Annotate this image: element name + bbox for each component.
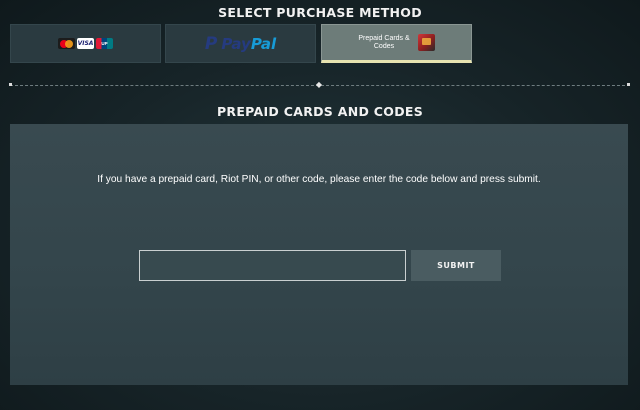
divider-ornament-icon: ◆ [315, 80, 323, 89]
instructions-text: If you have a prepaid card, Riot PIN, or… [97, 174, 541, 185]
mastercard-icon [58, 38, 75, 49]
prepaid-tab-label: Prepaid Cards & Codes [358, 34, 410, 50]
divider-right-dot [627, 83, 630, 86]
unionpay-icon: UP [96, 38, 113, 49]
submit-button[interactable]: SUBMIT [411, 250, 501, 281]
prepaid-cards-method-tab[interactable]: Prepaid Cards & Codes [321, 24, 472, 63]
select-purchase-method-heading: SELECT PURCHASE METHOD [218, 5, 422, 20]
divider-left-dot [9, 83, 12, 86]
card-logos: VISA UP [58, 38, 113, 49]
paypal-method-tab[interactable]: P PayPal [165, 24, 316, 63]
prepaid-cards-heading: PREPAID CARDS AND CODES [216, 104, 424, 119]
paypal-icon: P [204, 33, 218, 54]
paypal-logo: P PayPal [205, 34, 276, 54]
visa-label: VISA [77, 40, 94, 47]
unionpay-label: UP [101, 41, 108, 46]
prepaid-card-icon [418, 34, 435, 51]
credit-card-method-tab[interactable]: VISA UP [10, 24, 161, 63]
visa-icon: VISA [77, 38, 94, 49]
paypal-wordmark: PayPal [221, 34, 277, 53]
prepaid-code-input[interactable] [139, 250, 406, 281]
